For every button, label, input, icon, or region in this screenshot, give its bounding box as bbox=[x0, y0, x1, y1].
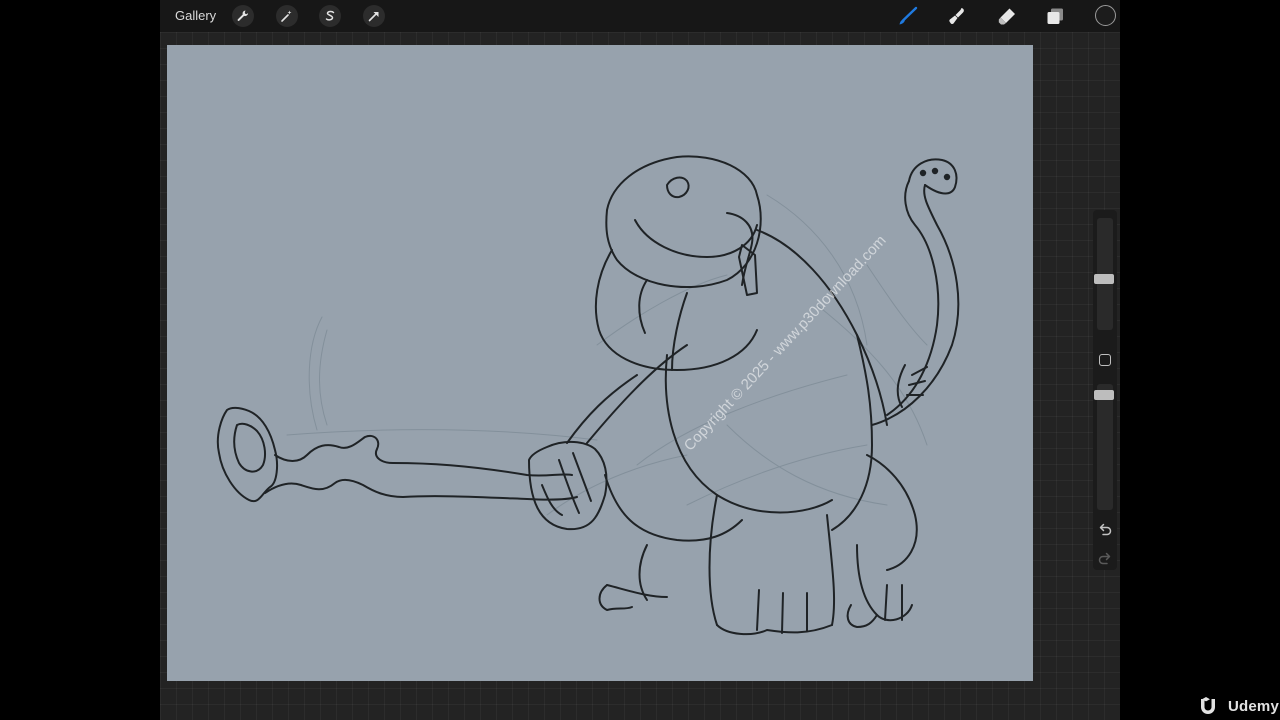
udemy-watermark-text: Udemy bbox=[1228, 697, 1280, 715]
smudge-tool-button[interactable] bbox=[945, 5, 969, 27]
actions-button[interactable] bbox=[232, 5, 254, 27]
layers-icon bbox=[1047, 8, 1063, 24]
selection-icon bbox=[325, 10, 335, 21]
smudge-icon bbox=[949, 8, 964, 25]
color-swatch[interactable] bbox=[1095, 5, 1116, 26]
eyedropper-button[interactable] bbox=[1099, 354, 1111, 366]
udemy-logo-icon bbox=[1201, 697, 1215, 714]
udemy-watermark: Udemy bbox=[1198, 695, 1279, 717]
brush-icon bbox=[899, 6, 918, 25]
dinosaur-sketch bbox=[216, 155, 960, 636]
eraser-icon bbox=[998, 8, 1015, 25]
layers-button[interactable] bbox=[1043, 5, 1067, 27]
undo-icon[interactable] bbox=[1097, 522, 1113, 538]
opacity-thumb[interactable] bbox=[1094, 390, 1114, 400]
brush-tool-button[interactable] bbox=[896, 5, 920, 27]
eraser-tool-button[interactable] bbox=[995, 5, 1019, 27]
drawing-canvas[interactable]: Copyright © 2025 - www.p30download.com bbox=[167, 45, 1033, 681]
selection-button[interactable] bbox=[319, 5, 341, 27]
transform-button[interactable] bbox=[363, 5, 385, 27]
gallery-button[interactable]: Gallery bbox=[175, 8, 216, 23]
procreate-app: Gallery Copyright © 2025 - www.p30downlo… bbox=[160, 0, 1120, 720]
redo-icon[interactable] bbox=[1097, 551, 1113, 567]
top-toolbar: Gallery bbox=[160, 0, 1120, 32]
wrench-icon bbox=[237, 10, 249, 21]
transform-arrow-icon bbox=[368, 12, 379, 22]
brush-sidebar bbox=[1093, 210, 1117, 570]
brush-size-thumb[interactable] bbox=[1094, 274, 1114, 284]
magic-wand-icon bbox=[281, 10, 292, 22]
opacity-slider[interactable] bbox=[1097, 384, 1113, 510]
adjustments-button[interactable] bbox=[276, 5, 298, 27]
